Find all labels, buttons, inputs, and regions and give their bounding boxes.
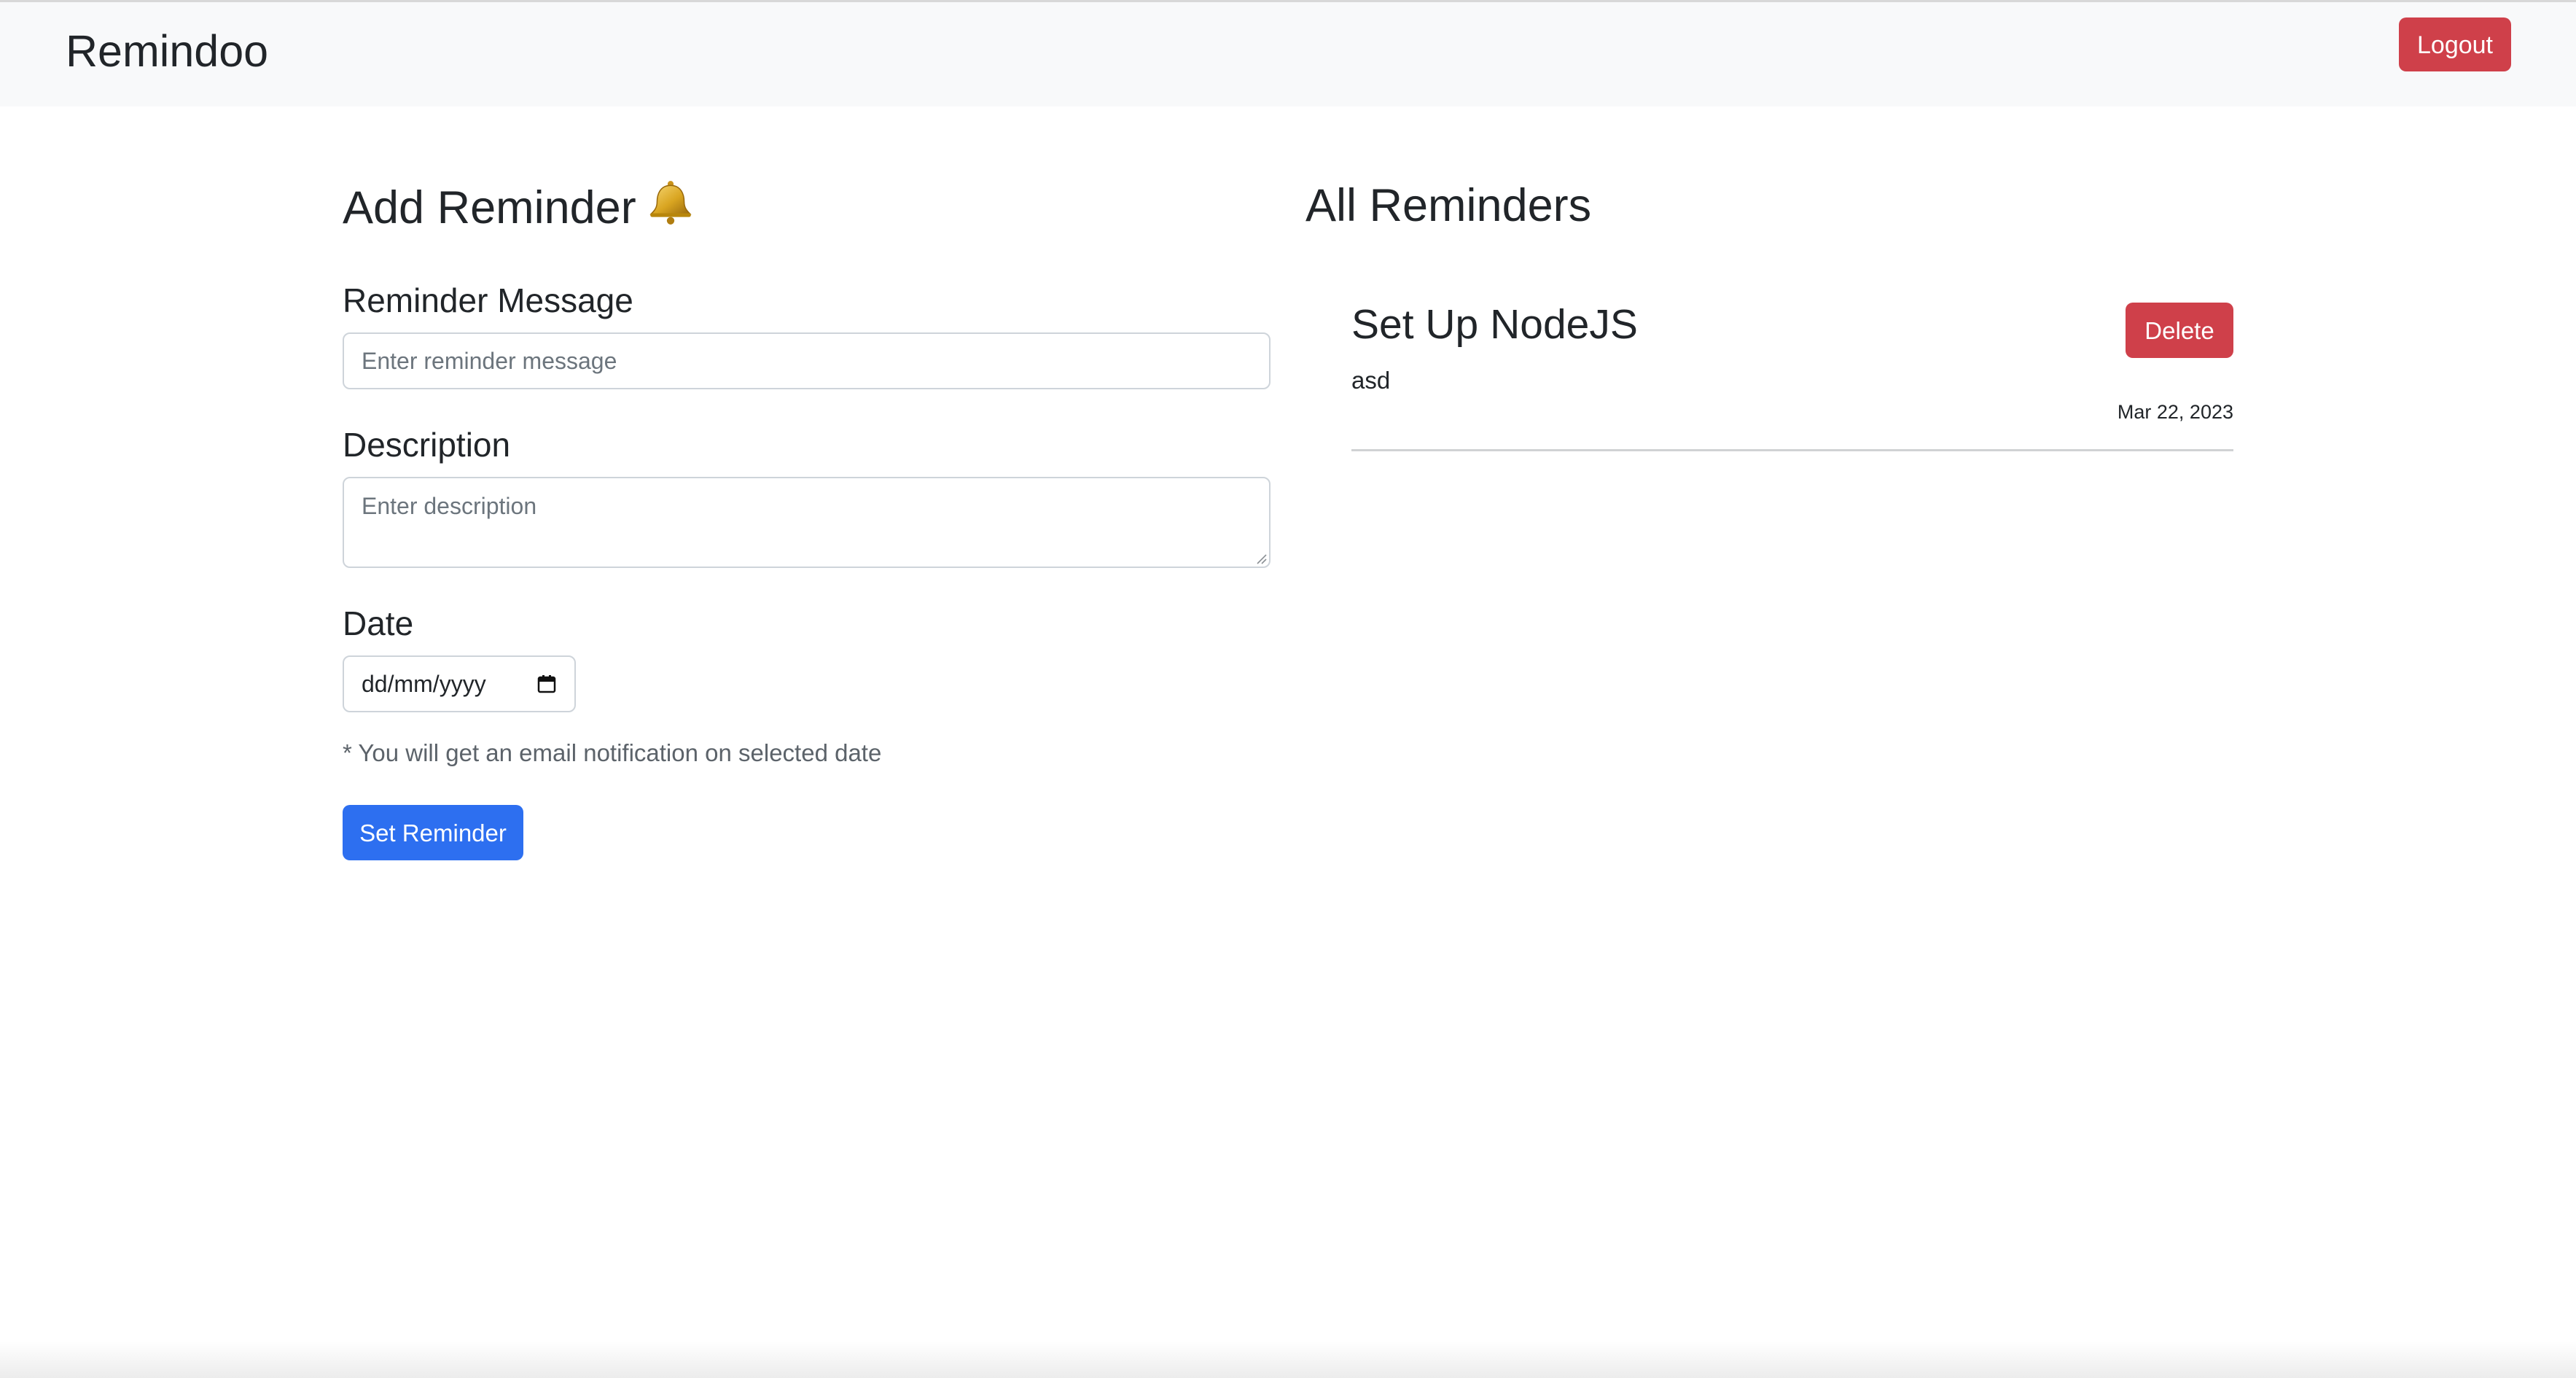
resize-grip-icon[interactable]: [1255, 553, 1267, 564]
bell-icon: [647, 178, 695, 238]
brand-logo-text[interactable]: Remindoo: [66, 24, 268, 78]
all-reminders-title: All Reminders: [1305, 180, 1592, 231]
reminder-title: Set Up NodeJS: [1351, 301, 1638, 348]
date-label: Date: [343, 604, 414, 642]
set-reminder-button[interactable]: Set Reminder: [343, 805, 523, 860]
window-bottom-shadow: [0, 1342, 2576, 1378]
date-placeholder: dd/mm/yyyy: [362, 670, 486, 697]
card-divider: [1351, 449, 2233, 451]
logout-button[interactable]: Logout: [2399, 17, 2511, 71]
add-reminder-heading: Add Reminder: [343, 178, 695, 238]
calendar-icon[interactable]: [536, 674, 557, 694]
date-input[interactable]: dd/mm/yyyy: [343, 655, 576, 712]
reminder-description: asd: [1351, 367, 1391, 394]
reminder-date: Mar 22, 2023: [2117, 401, 2233, 423]
reminder-message-label: Reminder Message: [343, 281, 633, 319]
navbar: Remindoo Logout: [0, 0, 2576, 106]
email-notification-hint: * You will get an email notification on …: [343, 739, 882, 766]
add-reminder-title: Add Reminder: [343, 182, 636, 233]
reminder-card: Set Up NodeJS Delete asd Mar 22, 2023: [1351, 292, 2233, 452]
delete-reminder-button[interactable]: Delete: [2126, 303, 2233, 358]
reminder-message-input[interactable]: [343, 332, 1271, 389]
description-textarea[interactable]: [343, 477, 1271, 568]
description-label: Description: [343, 426, 511, 464]
